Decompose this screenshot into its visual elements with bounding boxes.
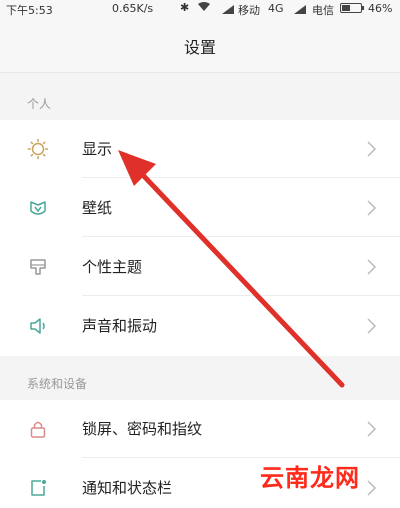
watermark-logo: 云南龙网 [260, 464, 360, 492]
status-carrier-1: 移动 [238, 4, 260, 17]
status-battery-percent: 46% [368, 2, 393, 15]
wifi-icon [198, 2, 210, 14]
signal-icon [222, 4, 234, 17]
settings-item-theme[interactable]: 个性主题 [0, 238, 400, 296]
status-bar: 下午5:53 0.65K/s ✱ 移动 4G 电信 46% [0, 0, 400, 18]
settings-item-label: 显示 [82, 140, 113, 158]
notification-icon [31, 480, 46, 496]
status-network-speed: 0.65K/s [112, 2, 154, 15]
wallpaper-icon [30, 201, 46, 215]
chevron-right-icon [367, 421, 377, 437]
speaker-icon [30, 318, 45, 334]
settings-item-label: 通知和状态栏 [82, 479, 173, 497]
chevron-right-icon [367, 480, 377, 496]
status-network-type: 4G [268, 2, 284, 15]
section-header-system: 系统和设备 [0, 362, 400, 400]
settings-item-wallpaper[interactable]: 壁纸 [0, 179, 400, 237]
settings-item-label: 锁屏、密码和指纹 [82, 420, 203, 438]
divider [82, 295, 400, 296]
battery-icon [340, 3, 364, 13]
page-title: 设置 [183, 38, 216, 57]
bluetooth-icon: ✱ [180, 1, 190, 14]
divider [82, 177, 400, 178]
theme-icon [30, 259, 46, 275]
settings-item-label: 声音和振动 [82, 317, 158, 335]
chevron-right-icon [367, 200, 377, 216]
chevron-right-icon [367, 318, 377, 334]
divider [82, 236, 400, 237]
settings-item-lockscreen[interactable]: 锁屏、密码和指纹 [0, 400, 400, 458]
lock-icon [30, 421, 46, 438]
chevron-right-icon [367, 259, 377, 275]
settings-item-label: 个性主题 [82, 258, 143, 276]
settings-item-display[interactable]: 显示 [0, 120, 400, 178]
sun-icon [27, 138, 49, 160]
status-time: 下午5:53 [6, 4, 53, 17]
section-title: 系统和设备 [27, 377, 88, 391]
settings-item-sound[interactable]: 声音和振动 [0, 297, 400, 355]
section-header-personal: 个人 [0, 82, 400, 120]
chevron-right-icon [367, 141, 377, 157]
settings-group-personal: 显示 壁纸 个性主题 声音和振动 [0, 120, 400, 356]
signal-icon [294, 4, 306, 17]
settings-item-label: 壁纸 [82, 199, 113, 217]
title-bar: 设置 [0, 18, 400, 73]
section-title: 个人 [27, 97, 52, 111]
status-carrier-2: 电信 [312, 4, 334, 17]
